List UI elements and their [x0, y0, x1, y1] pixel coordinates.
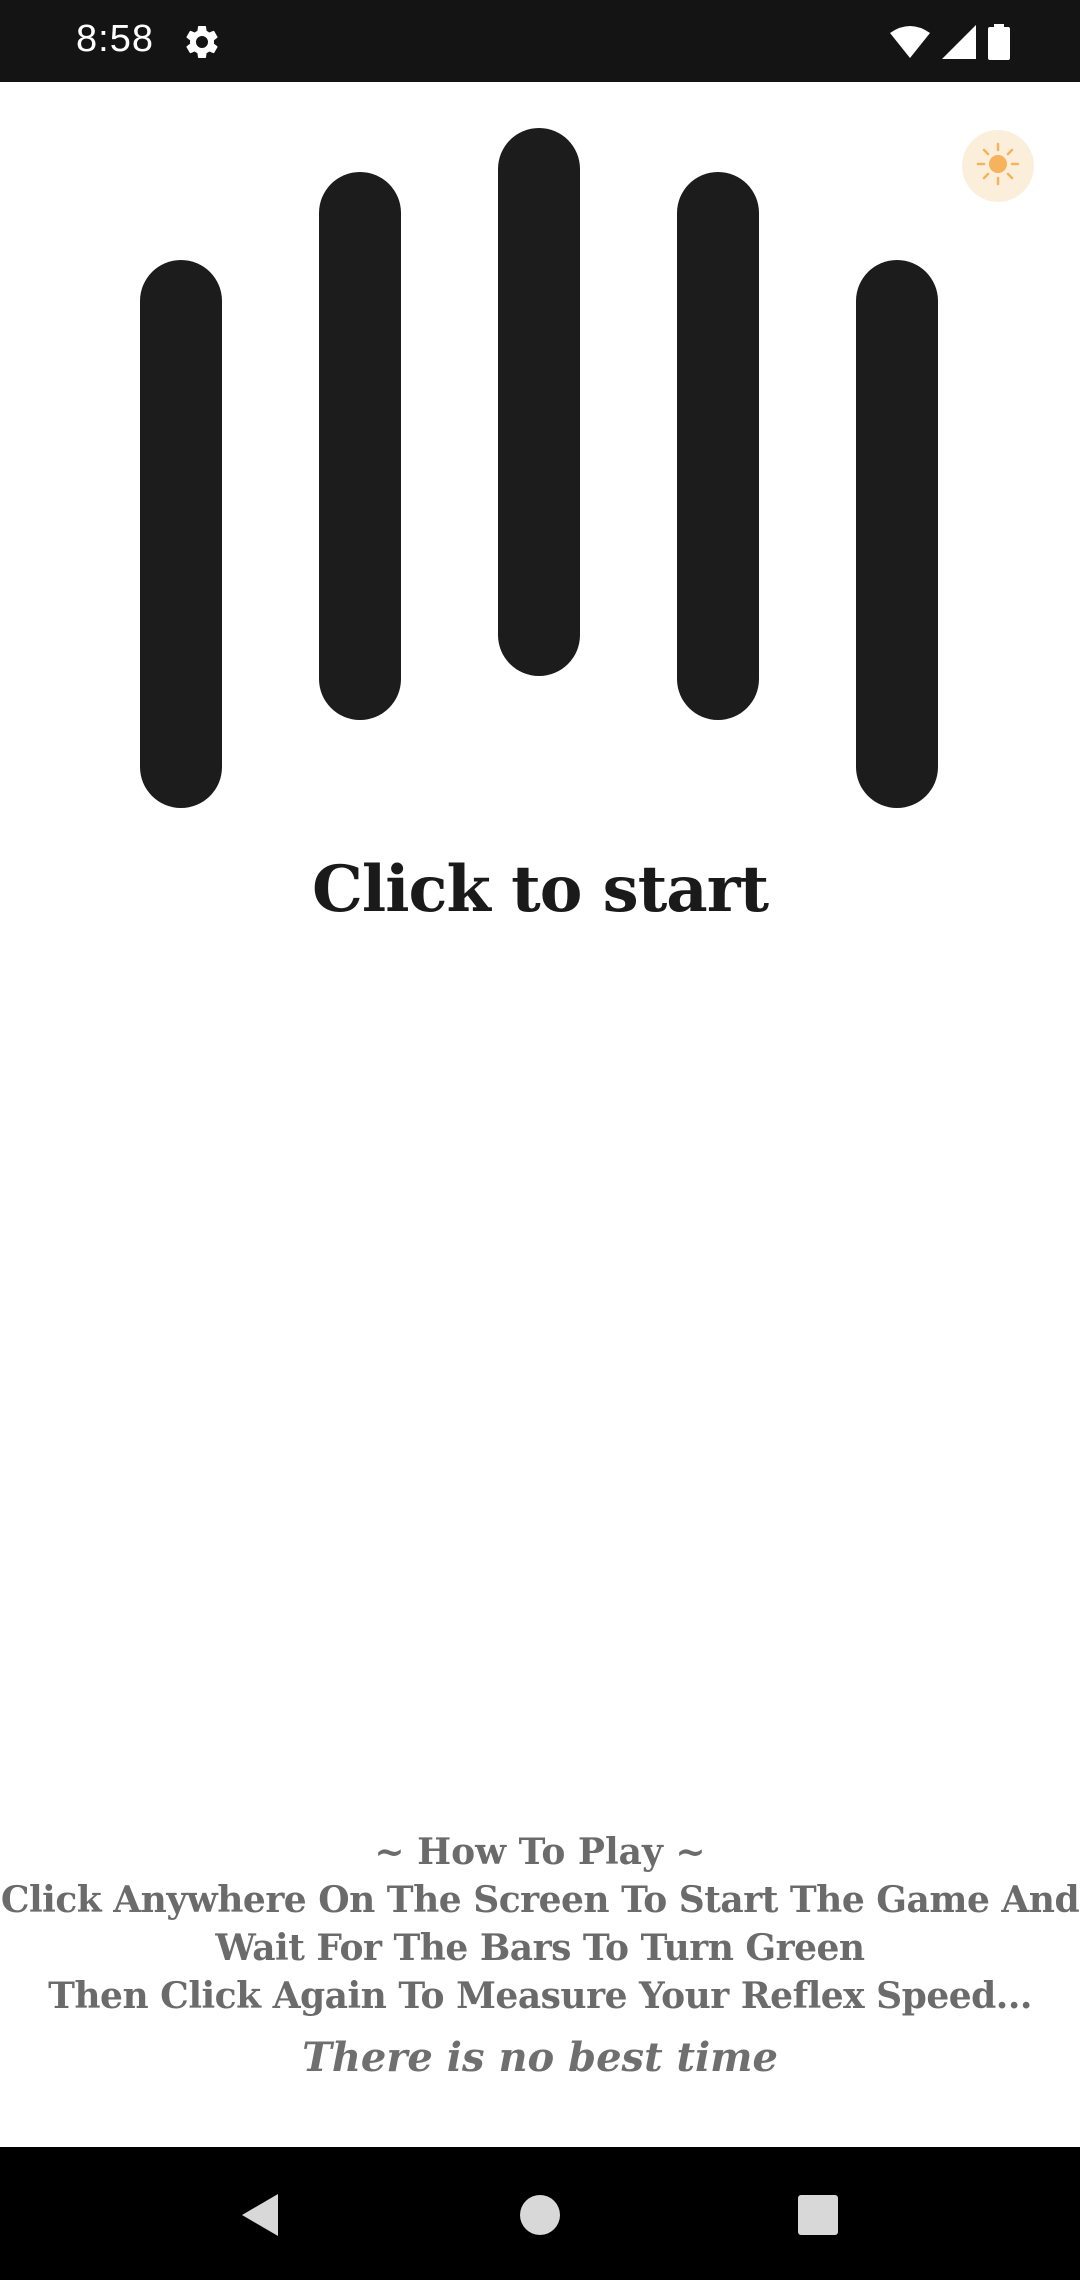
reaction-bar-1 [140, 260, 222, 808]
instruction-line: Wait For The Bars To Turn Green [215, 1927, 865, 1969]
back-icon[interactable] [230, 2185, 290, 2245]
best-time-label: There is no best time [302, 2034, 778, 2081]
recents-icon[interactable] [788, 2185, 848, 2245]
status-bar: 8:58 [0, 0, 1080, 82]
reaction-bar-2 [319, 172, 401, 720]
how-to-play-section: ~ How To Play ~ Click Anywhere On The Sc… [0, 1828, 1080, 2086]
wifi-icon [890, 25, 930, 63]
gear-icon [182, 22, 222, 62]
signal-icon [942, 25, 976, 63]
game-screen[interactable]: Click to start ~ How To Play ~ Click Any… [0, 82, 1080, 2147]
sun-icon [976, 142, 1020, 190]
instruction-line: Then Click Again To Measure Your Reflex … [48, 1975, 1032, 2017]
home-icon[interactable] [510, 2185, 570, 2245]
theme-toggle-button[interactable] [962, 130, 1034, 202]
click-to-start-label[interactable]: Click to start [0, 852, 1080, 927]
battery-icon [988, 24, 1010, 64]
reaction-bar-5 [856, 260, 938, 808]
how-to-play-heading: ~ How To Play ~ [374, 1831, 706, 1873]
instruction-line: Click Anywhere On The Screen To Start Th… [0, 1879, 1080, 1921]
reaction-bar-4 [677, 172, 759, 720]
reaction-bar-3 [498, 128, 580, 676]
navigation-bar [0, 2147, 1080, 2280]
status-time: 8:58 [76, 18, 154, 60]
